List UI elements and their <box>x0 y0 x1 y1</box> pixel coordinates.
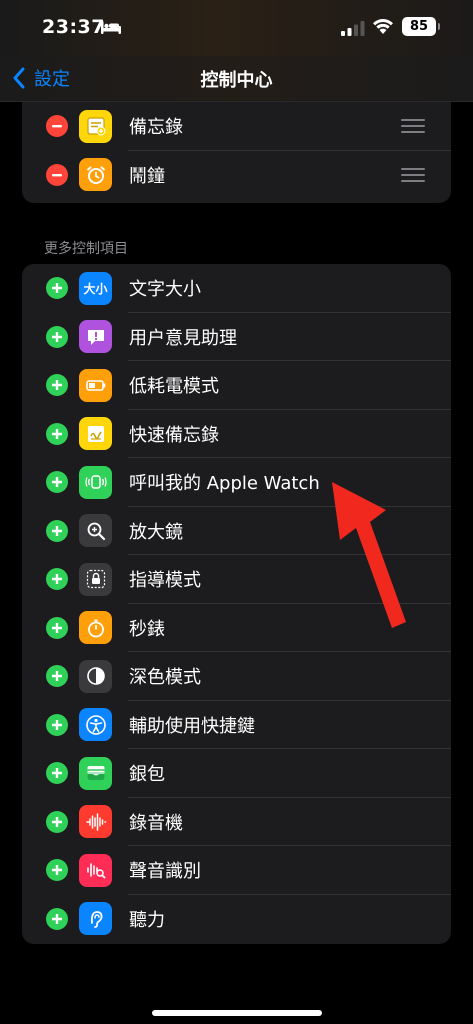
guided-access-icon <box>79 562 112 596</box>
page-title: 控制中心 <box>200 70 273 91</box>
control-label: 秒錶 <box>129 618 165 640</box>
add-button[interactable] <box>46 519 68 542</box>
more-control-sound-recognition[interactable]: 聲音識別 <box>22 846 451 895</box>
included-controls-list: 備忘錄 鬧鐘 <box>22 102 451 203</box>
ping-watch-icon <box>79 465 112 499</box>
more-controls-header: 更多控制項目 <box>44 241 128 257</box>
add-button[interactable] <box>46 665 68 688</box>
control-label: 用户意見助理 <box>129 327 237 349</box>
add-button[interactable] <box>46 325 68 348</box>
plus-icon <box>52 283 62 294</box>
add-button[interactable] <box>46 713 68 736</box>
more-control-feedback[interactable]: 用户意見助理 <box>22 313 451 362</box>
accessibility-icon <box>79 708 112 742</box>
add-button[interactable] <box>46 810 68 833</box>
control-label: 深色模式 <box>129 667 201 689</box>
plus-icon <box>52 816 62 827</box>
alarm-icon <box>79 158 112 192</box>
more-control-voice-memos[interactable]: 錄音機 <box>22 798 451 847</box>
reorder-handle[interactable] <box>401 167 425 182</box>
minus-icon <box>52 125 62 128</box>
control-label: 備忘錄 <box>129 117 183 139</box>
plus-icon <box>52 525 62 536</box>
reorder-handle[interactable] <box>401 119 425 134</box>
control-label: 輔助使用快捷鍵 <box>129 715 255 737</box>
add-button[interactable] <box>46 762 68 785</box>
minus-icon <box>52 173 62 177</box>
remove-button[interactable] <box>46 163 68 186</box>
stopwatch-icon <box>79 611 112 645</box>
included-control-notes[interactable]: 備忘錄 <box>22 102 451 151</box>
battery-indicator: 85 <box>402 17 440 36</box>
hearing-icon <box>79 902 112 936</box>
dark-mode-icon <box>79 659 112 693</box>
add-button[interactable] <box>46 374 68 397</box>
more-control-text-size[interactable]: 大小 文字大小 <box>22 264 451 313</box>
feedback-icon <box>79 320 112 354</box>
more-control-hearing[interactable]: 聽力 <box>22 895 451 944</box>
status-bar: 23:37 85 <box>0 0 473 56</box>
control-label: 聽力 <box>129 909 165 931</box>
control-label: 鬧鐘 <box>129 165 165 187</box>
wifi-icon <box>373 18 393 34</box>
control-label: 銀包 <box>129 764 165 786</box>
plus-icon <box>52 865 62 876</box>
plus-icon <box>52 913 62 924</box>
more-control-wallet[interactable]: 銀包 <box>22 749 451 798</box>
home-indicator <box>152 1010 322 1016</box>
add-button[interactable] <box>46 616 68 639</box>
plus-icon <box>52 477 62 488</box>
voice-memo-icon <box>79 805 112 839</box>
sound-recognition-icon <box>79 853 112 887</box>
more-control-quick-note[interactable]: 快速備忘錄 <box>22 410 451 459</box>
included-control-alarm[interactable]: 鬧鐘 <box>22 151 451 200</box>
control-label: 指導模式 <box>129 570 201 592</box>
control-label: 呼叫我的 Apple Watch <box>129 473 320 495</box>
magnifier-icon <box>79 514 112 548</box>
add-button[interactable] <box>46 859 68 882</box>
plus-icon <box>52 671 62 682</box>
add-button[interactable] <box>46 907 68 930</box>
wallet-icon <box>79 756 112 790</box>
sleep-focus-icon <box>101 21 121 34</box>
navigation-bar: 設定 控制中心 <box>0 56 473 102</box>
add-button[interactable] <box>46 422 68 445</box>
control-label: 放大鏡 <box>129 521 183 543</box>
battery-icon <box>79 368 112 402</box>
plus-icon <box>52 719 62 730</box>
status-time: 23:37 <box>42 16 105 38</box>
cellular-signal-icon <box>341 21 365 36</box>
more-control-accessibility-shortcut[interactable]: 輔助使用快捷鍵 <box>22 701 451 750</box>
more-control-dark-mode[interactable]: 深色模式 <box>22 652 451 701</box>
annotation-arrow <box>332 482 406 628</box>
control-label: 聲音識別 <box>129 861 201 883</box>
control-label: 文字大小 <box>129 279 201 301</box>
remove-button[interactable] <box>46 115 68 138</box>
quick-note-icon <box>79 417 112 451</box>
add-button[interactable] <box>46 568 68 591</box>
plus-icon <box>52 622 62 633</box>
control-label: 快速備忘錄 <box>129 424 219 446</box>
plus-icon <box>52 768 62 779</box>
plus-icon <box>52 380 62 391</box>
control-label: 錄音機 <box>129 812 183 834</box>
control-label: 低耗電模式 <box>129 376 219 398</box>
plus-icon <box>52 331 62 342</box>
more-control-low-power[interactable]: 低耗電模式 <box>22 361 451 410</box>
add-button[interactable] <box>46 277 68 300</box>
notes-icon <box>79 109 112 143</box>
plus-icon <box>52 574 62 585</box>
plus-icon <box>52 428 62 439</box>
add-button[interactable] <box>46 471 68 494</box>
text-size-icon: 大小 <box>79 271 112 305</box>
